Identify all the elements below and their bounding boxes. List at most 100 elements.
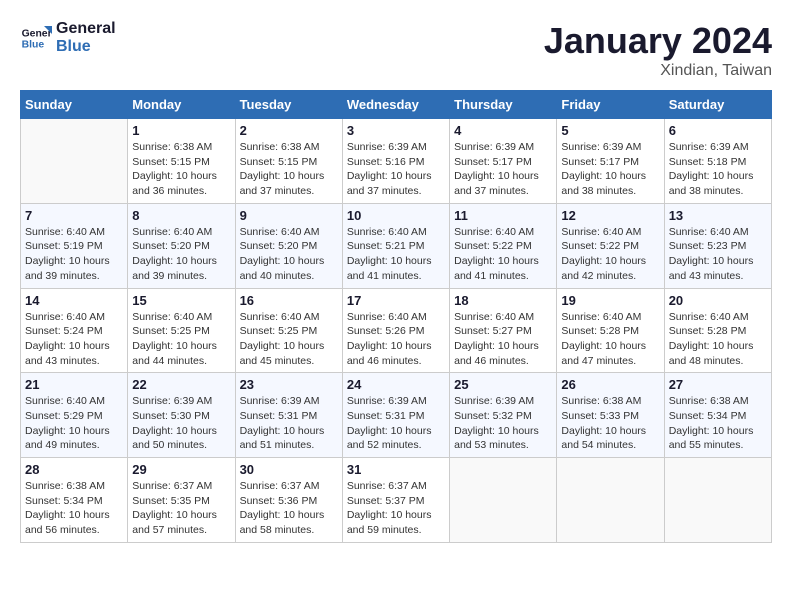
sunset-time: Sunset: 5:19 PM xyxy=(25,240,103,252)
daylight-hours: Daylight: 10 hours and 43 minutes. xyxy=(25,340,110,367)
sunset-time: Sunset: 5:16 PM xyxy=(347,156,425,168)
calendar-cell: 1 Sunrise: 6:38 AM Sunset: 5:15 PM Dayli… xyxy=(128,119,235,204)
day-number: 8 xyxy=(132,208,230,223)
sunset-time: Sunset: 5:31 PM xyxy=(347,410,425,422)
sunset-time: Sunset: 5:32 PM xyxy=(454,410,532,422)
daylight-hours: Daylight: 10 hours and 49 minutes. xyxy=(25,425,110,452)
calendar-cell: 16 Sunrise: 6:40 AM Sunset: 5:25 PM Dayl… xyxy=(235,288,342,373)
day-info: Sunrise: 6:39 AM Sunset: 5:32 PM Dayligh… xyxy=(454,394,552,453)
sunset-time: Sunset: 5:28 PM xyxy=(669,325,747,337)
sunrise-time: Sunrise: 6:37 AM xyxy=(347,480,427,492)
day-info: Sunrise: 6:39 AM Sunset: 5:31 PM Dayligh… xyxy=(240,394,338,453)
sunrise-time: Sunrise: 6:40 AM xyxy=(132,226,212,238)
sunset-time: Sunset: 5:35 PM xyxy=(132,495,210,507)
calendar-cell: 14 Sunrise: 6:40 AM Sunset: 5:24 PM Dayl… xyxy=(21,288,128,373)
title-area: January 2024 Xindian, Taiwan xyxy=(544,20,772,80)
header-saturday: Saturday xyxy=(664,91,771,119)
sunrise-time: Sunrise: 6:40 AM xyxy=(240,226,320,238)
day-info: Sunrise: 6:40 AM Sunset: 5:23 PM Dayligh… xyxy=(669,225,767,284)
calendar-cell: 2 Sunrise: 6:38 AM Sunset: 5:15 PM Dayli… xyxy=(235,119,342,204)
logo-blue: Blue xyxy=(56,38,116,56)
day-info: Sunrise: 6:38 AM Sunset: 5:15 PM Dayligh… xyxy=(132,140,230,199)
svg-text:Blue: Blue xyxy=(22,39,45,50)
calendar-cell: 17 Sunrise: 6:40 AM Sunset: 5:26 PM Dayl… xyxy=(342,288,449,373)
sunrise-time: Sunrise: 6:39 AM xyxy=(240,395,320,407)
sunrise-time: Sunrise: 6:38 AM xyxy=(25,480,105,492)
sunrise-time: Sunrise: 6:38 AM xyxy=(240,141,320,153)
sunset-time: Sunset: 5:36 PM xyxy=(240,495,318,507)
sunset-time: Sunset: 5:34 PM xyxy=(669,410,747,422)
calendar-week-4: 21 Sunrise: 6:40 AM Sunset: 5:29 PM Dayl… xyxy=(21,373,772,458)
daylight-hours: Daylight: 10 hours and 38 minutes. xyxy=(669,170,754,197)
day-number: 29 xyxy=(132,462,230,477)
calendar-cell: 9 Sunrise: 6:40 AM Sunset: 5:20 PM Dayli… xyxy=(235,203,342,288)
daylight-hours: Daylight: 10 hours and 45 minutes. xyxy=(240,340,325,367)
daylight-hours: Daylight: 10 hours and 42 minutes. xyxy=(561,255,646,282)
daylight-hours: Daylight: 10 hours and 51 minutes. xyxy=(240,425,325,452)
sunrise-time: Sunrise: 6:40 AM xyxy=(25,395,105,407)
day-number: 14 xyxy=(25,293,123,308)
daylight-hours: Daylight: 10 hours and 56 minutes. xyxy=(25,509,110,536)
day-info: Sunrise: 6:40 AM Sunset: 5:22 PM Dayligh… xyxy=(454,225,552,284)
sunrise-time: Sunrise: 6:40 AM xyxy=(347,226,427,238)
calendar-cell xyxy=(557,458,664,543)
day-info: Sunrise: 6:40 AM Sunset: 5:20 PM Dayligh… xyxy=(240,225,338,284)
sunset-time: Sunset: 5:24 PM xyxy=(25,325,103,337)
calendar-cell: 26 Sunrise: 6:38 AM Sunset: 5:33 PM Dayl… xyxy=(557,373,664,458)
sunset-time: Sunset: 5:28 PM xyxy=(561,325,639,337)
sunset-time: Sunset: 5:22 PM xyxy=(561,240,639,252)
calendar-cell: 7 Sunrise: 6:40 AM Sunset: 5:19 PM Dayli… xyxy=(21,203,128,288)
calendar-week-5: 28 Sunrise: 6:38 AM Sunset: 5:34 PM Dayl… xyxy=(21,458,772,543)
day-info: Sunrise: 6:40 AM Sunset: 5:27 PM Dayligh… xyxy=(454,310,552,369)
day-info: Sunrise: 6:38 AM Sunset: 5:34 PM Dayligh… xyxy=(25,479,123,538)
calendar-cell: 31 Sunrise: 6:37 AM Sunset: 5:37 PM Dayl… xyxy=(342,458,449,543)
sunset-time: Sunset: 5:20 PM xyxy=(240,240,318,252)
calendar-cell: 13 Sunrise: 6:40 AM Sunset: 5:23 PM Dayl… xyxy=(664,203,771,288)
day-info: Sunrise: 6:38 AM Sunset: 5:33 PM Dayligh… xyxy=(561,394,659,453)
sunrise-time: Sunrise: 6:38 AM xyxy=(669,395,749,407)
sunset-time: Sunset: 5:17 PM xyxy=(454,156,532,168)
calendar-cell: 18 Sunrise: 6:40 AM Sunset: 5:27 PM Dayl… xyxy=(450,288,557,373)
daylight-hours: Daylight: 10 hours and 37 minutes. xyxy=(347,170,432,197)
day-info: Sunrise: 6:38 AM Sunset: 5:15 PM Dayligh… xyxy=(240,140,338,199)
weekday-header-row: Sunday Monday Tuesday Wednesday Thursday… xyxy=(21,91,772,119)
day-number: 26 xyxy=(561,377,659,392)
day-number: 28 xyxy=(25,462,123,477)
sunset-time: Sunset: 5:26 PM xyxy=(347,325,425,337)
day-number: 9 xyxy=(240,208,338,223)
daylight-hours: Daylight: 10 hours and 37 minutes. xyxy=(240,170,325,197)
day-number: 30 xyxy=(240,462,338,477)
calendar-cell xyxy=(21,119,128,204)
calendar-week-1: 1 Sunrise: 6:38 AM Sunset: 5:15 PM Dayli… xyxy=(21,119,772,204)
day-info: Sunrise: 6:40 AM Sunset: 5:22 PM Dayligh… xyxy=(561,225,659,284)
sunset-time: Sunset: 5:18 PM xyxy=(669,156,747,168)
daylight-hours: Daylight: 10 hours and 52 minutes. xyxy=(347,425,432,452)
day-number: 22 xyxy=(132,377,230,392)
daylight-hours: Daylight: 10 hours and 59 minutes. xyxy=(347,509,432,536)
calendar-cell: 22 Sunrise: 6:39 AM Sunset: 5:30 PM Dayl… xyxy=(128,373,235,458)
day-number: 31 xyxy=(347,462,445,477)
day-info: Sunrise: 6:40 AM Sunset: 5:19 PM Dayligh… xyxy=(25,225,123,284)
day-info: Sunrise: 6:40 AM Sunset: 5:21 PM Dayligh… xyxy=(347,225,445,284)
calendar-cell: 8 Sunrise: 6:40 AM Sunset: 5:20 PM Dayli… xyxy=(128,203,235,288)
daylight-hours: Daylight: 10 hours and 47 minutes. xyxy=(561,340,646,367)
sunset-time: Sunset: 5:15 PM xyxy=(132,156,210,168)
sunset-time: Sunset: 5:23 PM xyxy=(669,240,747,252)
day-info: Sunrise: 6:39 AM Sunset: 5:31 PM Dayligh… xyxy=(347,394,445,453)
sunrise-time: Sunrise: 6:40 AM xyxy=(561,311,641,323)
day-number: 16 xyxy=(240,293,338,308)
sunrise-time: Sunrise: 6:40 AM xyxy=(454,311,534,323)
header-tuesday: Tuesday xyxy=(235,91,342,119)
day-info: Sunrise: 6:39 AM Sunset: 5:16 PM Dayligh… xyxy=(347,140,445,199)
day-number: 7 xyxy=(25,208,123,223)
month-title: January 2024 xyxy=(544,20,772,62)
calendar-cell: 12 Sunrise: 6:40 AM Sunset: 5:22 PM Dayl… xyxy=(557,203,664,288)
day-number: 2 xyxy=(240,123,338,138)
daylight-hours: Daylight: 10 hours and 37 minutes. xyxy=(454,170,539,197)
logo: General Blue General Blue xyxy=(20,20,116,55)
sunrise-time: Sunrise: 6:40 AM xyxy=(347,311,427,323)
calendar-cell: 24 Sunrise: 6:39 AM Sunset: 5:31 PM Dayl… xyxy=(342,373,449,458)
day-number: 10 xyxy=(347,208,445,223)
calendar-cell: 4 Sunrise: 6:39 AM Sunset: 5:17 PM Dayli… xyxy=(450,119,557,204)
day-number: 4 xyxy=(454,123,552,138)
